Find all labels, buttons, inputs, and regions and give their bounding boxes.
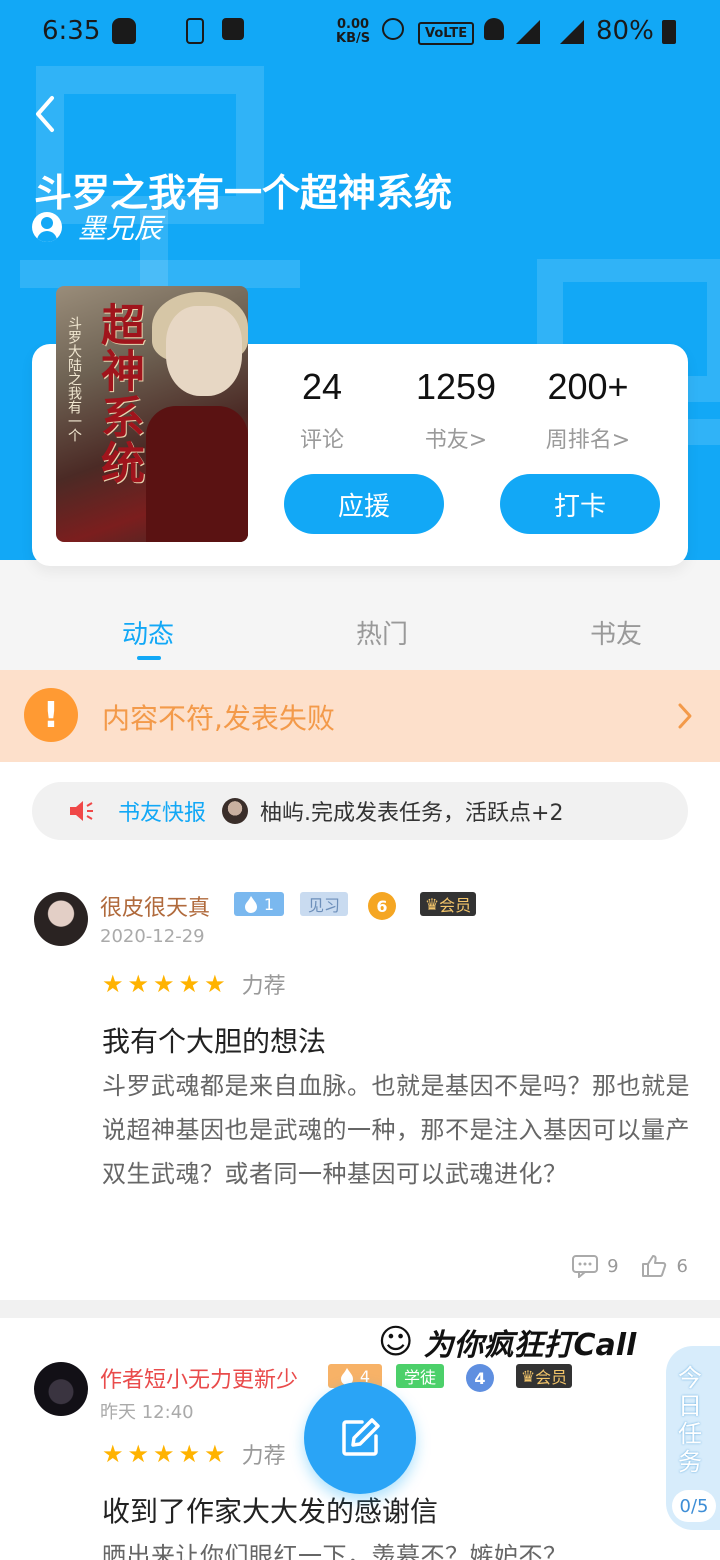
member-badge: ♛ 会员: [420, 892, 476, 916]
star-icon: ★: [204, 970, 226, 998]
network-speed: 0.00 KB/S: [336, 17, 371, 46]
support-button[interactable]: 应援: [284, 474, 444, 534]
cover-title: 超神系统: [93, 302, 144, 486]
crown-icon: ♛: [424, 894, 440, 914]
status-time: 6:35: [42, 16, 101, 46]
smiley-icon: ☺: [378, 1322, 414, 1362]
stat-weekly-rank[interactable]: 200+ 周排名>: [518, 366, 658, 454]
post-card[interactable]: 很皮很天真 1 见习 6 ♛ 会员 2020-12-29 ★ ★ ★ ★ ★ 力荐…: [0, 858, 720, 1300]
post-actions: 9 6: [571, 1254, 688, 1278]
star-icon: ★: [127, 970, 150, 998]
post-title: 我有个大胆的想法: [102, 1025, 327, 1058]
like-count: 6: [676, 1255, 688, 1277]
comment-count: 9: [607, 1255, 619, 1277]
post-time: 2020-12-29: [100, 926, 205, 947]
rating-stars: ★ ★ ★ ★ ★ 力荐: [102, 968, 286, 1000]
like-icon[interactable]: [641, 1254, 667, 1278]
crown-icon: ♛: [520, 1366, 536, 1386]
signal-icon: [516, 20, 540, 44]
warning-icon: !: [24, 688, 78, 742]
tab-dynamics[interactable]: 动态: [122, 614, 174, 651]
stat-value: 200+: [547, 366, 629, 407]
speaker-icon: [70, 801, 93, 821]
call-banner: ☺ 为你疯狂打Call: [378, 1318, 698, 1366]
news-label: 书友快报: [118, 801, 207, 826]
member-label: 会员: [439, 896, 472, 915]
post-time: 昨天 12:40: [100, 1402, 194, 1423]
star-icon: ★: [102, 1440, 124, 1468]
mute-icon: [484, 18, 504, 40]
vip-level-badge: 6: [368, 892, 396, 920]
star-icon: ★: [127, 1440, 150, 1468]
star-icon: ★: [178, 970, 201, 998]
post-body: 斗罗武魂都是来自血脉。也就是基因不是吗？那也就是说超神基因也是武魂的一种，那不是…: [102, 1072, 690, 1188]
cover-art-face: [166, 306, 242, 396]
author-avatar-icon: [32, 212, 62, 242]
rating-tag: 力荐: [241, 974, 286, 999]
comment-icon[interactable]: [571, 1254, 599, 1278]
battery-icon: [662, 20, 676, 44]
star-icon: ★: [178, 1440, 201, 1468]
daily-task-widget[interactable]: 今日任务 0/5: [666, 1346, 720, 1530]
rank-badge: 学徒: [396, 1364, 444, 1388]
star-icon: ★: [102, 970, 124, 998]
status-bar: 6:35 0.00 KB/S VoLTE 80%: [0, 0, 720, 64]
reader-news-bar[interactable]: 书友快报 柚屿.完成发表任务，活跃点+2: [32, 782, 688, 840]
stat-comments[interactable]: 24 评论: [252, 366, 392, 454]
post-username[interactable]: 很皮很天真: [100, 890, 210, 922]
stat-value: 1259: [415, 366, 497, 407]
user-avatar[interactable]: [34, 1362, 88, 1416]
rank-badge: 见习: [300, 892, 348, 916]
post-username[interactable]: 作者短小无力更新少: [100, 1362, 298, 1394]
checkin-button[interactable]: 打卡: [500, 474, 660, 534]
stat-label: 书友>: [424, 428, 488, 453]
member-badge: ♛ 会员: [516, 1364, 572, 1388]
back-arrow-icon[interactable]: [30, 92, 70, 136]
star-icon: ★: [153, 970, 175, 998]
chevron-right-icon: [678, 703, 692, 729]
news-text: 柚屿.完成发表任务，活跃点+2: [260, 801, 564, 826]
tab-hot[interactable]: 热门: [356, 614, 408, 651]
news-area: 书友快报 柚屿.完成发表任务，活跃点+2: [0, 762, 720, 858]
star-icon: ★: [153, 1440, 175, 1468]
stat-label: 评论: [299, 428, 344, 453]
image-icon: [222, 18, 244, 40]
book-cover[interactable]: 斗罗大陆之我有一个 超神系统: [56, 286, 248, 542]
daily-task-count: 0/5: [672, 1490, 716, 1522]
vip-level-badge: 4: [466, 1364, 494, 1392]
level-badge: 1: [234, 892, 284, 916]
download-icon: [186, 18, 204, 44]
post-failed-banner[interactable]: ! 内容不符,发表失败: [0, 670, 720, 762]
compose-button[interactable]: [304, 1382, 416, 1494]
battery-percent: 80%: [596, 16, 654, 46]
stat-label: 周排名>: [545, 428, 631, 453]
cover-art-robe: [146, 406, 248, 542]
stat-readers[interactable]: 1259 书友>: [386, 366, 526, 454]
author-name: 墨兄辰: [78, 212, 163, 245]
rating-stars: ★ ★ ★ ★ ★ 力荐: [102, 1438, 286, 1470]
tab-active-indicator: [137, 656, 161, 660]
signal-4g-icon: [560, 20, 584, 44]
rating-tag: 力荐: [241, 1444, 286, 1469]
edit-icon: [342, 1418, 380, 1456]
news-user-avatar: [222, 798, 249, 824]
post-body: 晒出来让你们眼红一下，羡慕不？嫉妒不？: [102, 1542, 568, 1560]
post-title: 收到了作家大大发的感谢信: [102, 1495, 439, 1528]
daily-task-label: 今日任务: [678, 1364, 702, 1476]
author-row[interactable]: 墨兄辰: [32, 210, 163, 245]
stat-value: 24: [301, 366, 343, 407]
section-divider: [0, 1300, 720, 1318]
volte-indicator: VoLTE: [418, 22, 475, 45]
user-avatar[interactable]: [34, 892, 88, 946]
level-value: 1: [263, 894, 275, 914]
flame-icon: [244, 896, 257, 913]
tab-bar: 动态 热门 书友: [0, 604, 720, 664]
tab-readers[interactable]: 书友: [590, 614, 642, 651]
alarm-icon: [382, 18, 404, 40]
member-label: 会员: [535, 1368, 568, 1387]
call-banner-text: 为你疯狂打Call: [423, 1328, 637, 1363]
star-icon: ★: [204, 1440, 226, 1468]
notification-icon: [112, 18, 136, 44]
error-message: 内容不符,发表失败: [102, 702, 335, 735]
